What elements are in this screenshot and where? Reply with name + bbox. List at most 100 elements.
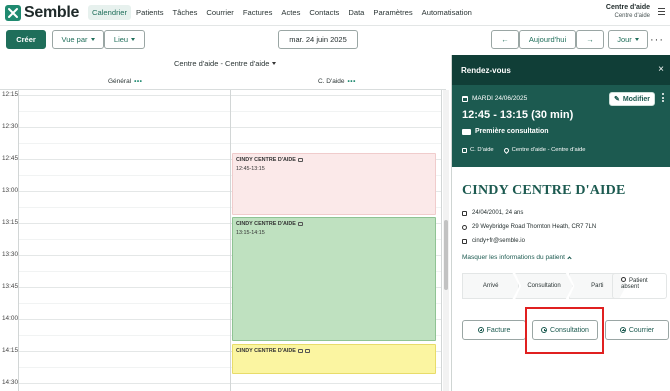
close-icon[interactable]: × xyxy=(658,64,664,75)
column-divider xyxy=(18,90,19,391)
absent-label-2: absent xyxy=(621,284,640,290)
practitioner-icon xyxy=(462,147,467,153)
resource-options-icon[interactable]: ••• xyxy=(134,78,142,85)
video-icon xyxy=(297,158,303,162)
calendar-toolbar: Créer Vue par Lieu mar. 24 juin 2025 ← A… xyxy=(0,26,670,54)
user-name: Centre d'aide xyxy=(605,4,650,11)
mail-button[interactable]: Courrier xyxy=(605,320,669,340)
chevron-down-icon xyxy=(131,38,136,41)
status-arrived[interactable]: Arrivé xyxy=(462,273,520,299)
plus-circle-icon xyxy=(619,327,626,333)
resource-c-daide[interactable]: C. D'aide ••• xyxy=(318,78,356,85)
arrow-right-icon: → xyxy=(586,35,594,44)
nav-factures[interactable]: Factures xyxy=(239,5,277,20)
patient-email-text[interactable]: cindy+fr@semble.io xyxy=(472,238,525,244)
kebab-menu-icon[interactable] xyxy=(662,93,665,104)
nav-taches[interactable]: Tâches xyxy=(169,5,202,20)
view-mode-label: Jour xyxy=(617,35,632,44)
invoice-button[interactable]: Facture xyxy=(462,320,526,340)
place-dropdown[interactable]: Lieu xyxy=(104,30,145,49)
time-label: 13:00 xyxy=(2,187,18,194)
tag-icon xyxy=(462,128,471,135)
chevron-down-icon xyxy=(634,38,639,41)
appointment-time: 12:45 - 13:15 (30 min) xyxy=(462,109,574,121)
plus-circle-icon xyxy=(477,327,484,333)
brand-name: Semble xyxy=(24,4,80,21)
chevron-up-icon xyxy=(567,256,572,261)
create-button[interactable]: Créer xyxy=(6,30,46,49)
resource-header-row: Général ••• C. D'aide ••• xyxy=(0,74,446,90)
hide-patient-info-link[interactable]: Masquer les informations du patient xyxy=(462,254,572,261)
place-label: Lieu xyxy=(113,35,129,44)
main-nav: Calendrier Patients Tâches Courrier Fact… xyxy=(88,5,477,20)
view-by-label: Vue par xyxy=(61,35,88,44)
date-picker[interactable]: mar. 24 juin 2025 xyxy=(278,30,358,49)
nav-data[interactable]: Data xyxy=(344,5,368,20)
nav-automatisation[interactable]: Automatisation xyxy=(418,5,476,20)
resource-label: Général xyxy=(108,78,132,85)
today-button[interactable]: Aujourd'hui xyxy=(519,30,576,49)
prev-day-button[interactable]: ← xyxy=(491,30,519,49)
modify-label: Modifier xyxy=(622,95,651,103)
location-pin-icon xyxy=(462,224,467,230)
panel-title: Rendez-vous xyxy=(461,66,511,75)
time-label: 14:30 xyxy=(2,379,18,386)
nav-calendrier[interactable]: Calendrier xyxy=(88,5,132,20)
time-label: 12:30 xyxy=(2,123,18,130)
chevron-down-icon xyxy=(272,62,277,65)
hamburger-menu-icon[interactable] xyxy=(658,8,665,15)
calendar-scrollbar[interactable] xyxy=(443,90,449,391)
resource-general[interactable]: Général ••• xyxy=(108,78,142,85)
practitioner: C. D'aide xyxy=(462,147,494,153)
video-icon xyxy=(297,349,303,353)
appointment-event[interactable]: CINDY CENTRE D'AIDE xyxy=(232,344,436,374)
arrow-left-icon: ← xyxy=(501,35,509,44)
semble-logo[interactable]: Semble xyxy=(5,4,79,22)
appointment-event[interactable]: CINDY CENTRE D'AIDE 12:45-13:15 xyxy=(232,153,436,215)
hide-patient-info-label: Masquer les informations du patient xyxy=(462,254,565,261)
practitioner-name: C. D'aide xyxy=(470,147,494,153)
appointment-summary: MARDI 24/06/2025 ✎ Modifier 12:45 - 13:1… xyxy=(452,85,670,167)
mail-label: Courrier xyxy=(628,326,655,334)
nav-patients[interactable]: Patients xyxy=(132,5,167,20)
more-options-icon[interactable]: ··· xyxy=(650,34,664,46)
time-label: 12:15 xyxy=(2,91,18,98)
column-divider xyxy=(230,90,231,391)
top-navigation: Semble Calendrier Patients Tâches Courri… xyxy=(0,0,670,26)
event-patient-name: CINDY CENTRE D'AIDE xyxy=(236,157,296,163)
patient-absent-button[interactable]: Patient absent xyxy=(612,273,667,299)
nav-actes[interactable]: Actes xyxy=(277,5,304,20)
appointment-event[interactable]: CINDY CENTRE D'AIDE 13:15-14:15 xyxy=(232,217,436,341)
date-label: mar. 24 juin 2025 xyxy=(289,35,347,44)
semble-logo-icon xyxy=(5,5,21,21)
view-mode-dropdown[interactable]: Jour xyxy=(608,30,648,49)
view-by-dropdown[interactable]: Vue par xyxy=(52,30,104,49)
location-name: Centre d'aide - Centre d'aide xyxy=(511,147,586,153)
today-label: Aujourd'hui xyxy=(528,35,567,44)
scrollbar-thumb[interactable] xyxy=(444,220,448,290)
patient-name[interactable]: CINDY CENTRE D'AIDE xyxy=(462,183,626,199)
person-icon xyxy=(621,277,626,282)
status-consultation[interactable]: Consultation xyxy=(515,273,573,299)
column-divider xyxy=(441,90,442,391)
modify-button[interactable]: ✎ Modifier xyxy=(609,92,655,106)
user-location: Centre d'aide xyxy=(614,13,650,19)
time-label: 13:15 xyxy=(2,219,18,226)
id-card-icon xyxy=(462,210,467,216)
user-menu[interactable]: Centre d'aide Centre d'aide xyxy=(606,4,650,19)
time-label: 12:45 xyxy=(2,155,18,162)
location-selector[interactable]: Centre d'aide - Centre d'aide xyxy=(174,59,277,68)
next-day-button[interactable]: → xyxy=(576,30,604,49)
patient-dob: 24/04/2001, 24 ans xyxy=(462,210,523,216)
appointment-type-text: Première consultation xyxy=(475,128,549,135)
nav-courrier[interactable]: Courrier xyxy=(202,5,237,20)
resource-options-icon[interactable]: ••• xyxy=(348,78,356,85)
location: Centre d'aide - Centre d'aide xyxy=(502,146,586,154)
nav-parametres[interactable]: Paramètres xyxy=(369,5,416,20)
time-label: 14:15 xyxy=(2,347,18,354)
location-pin-icon xyxy=(502,146,510,154)
calendar-icon xyxy=(462,95,468,102)
nav-contacts[interactable]: Contacts xyxy=(305,5,343,20)
time-label: 13:30 xyxy=(2,251,18,258)
patient-dob-text: 24/04/2001, 24 ans xyxy=(472,210,524,216)
